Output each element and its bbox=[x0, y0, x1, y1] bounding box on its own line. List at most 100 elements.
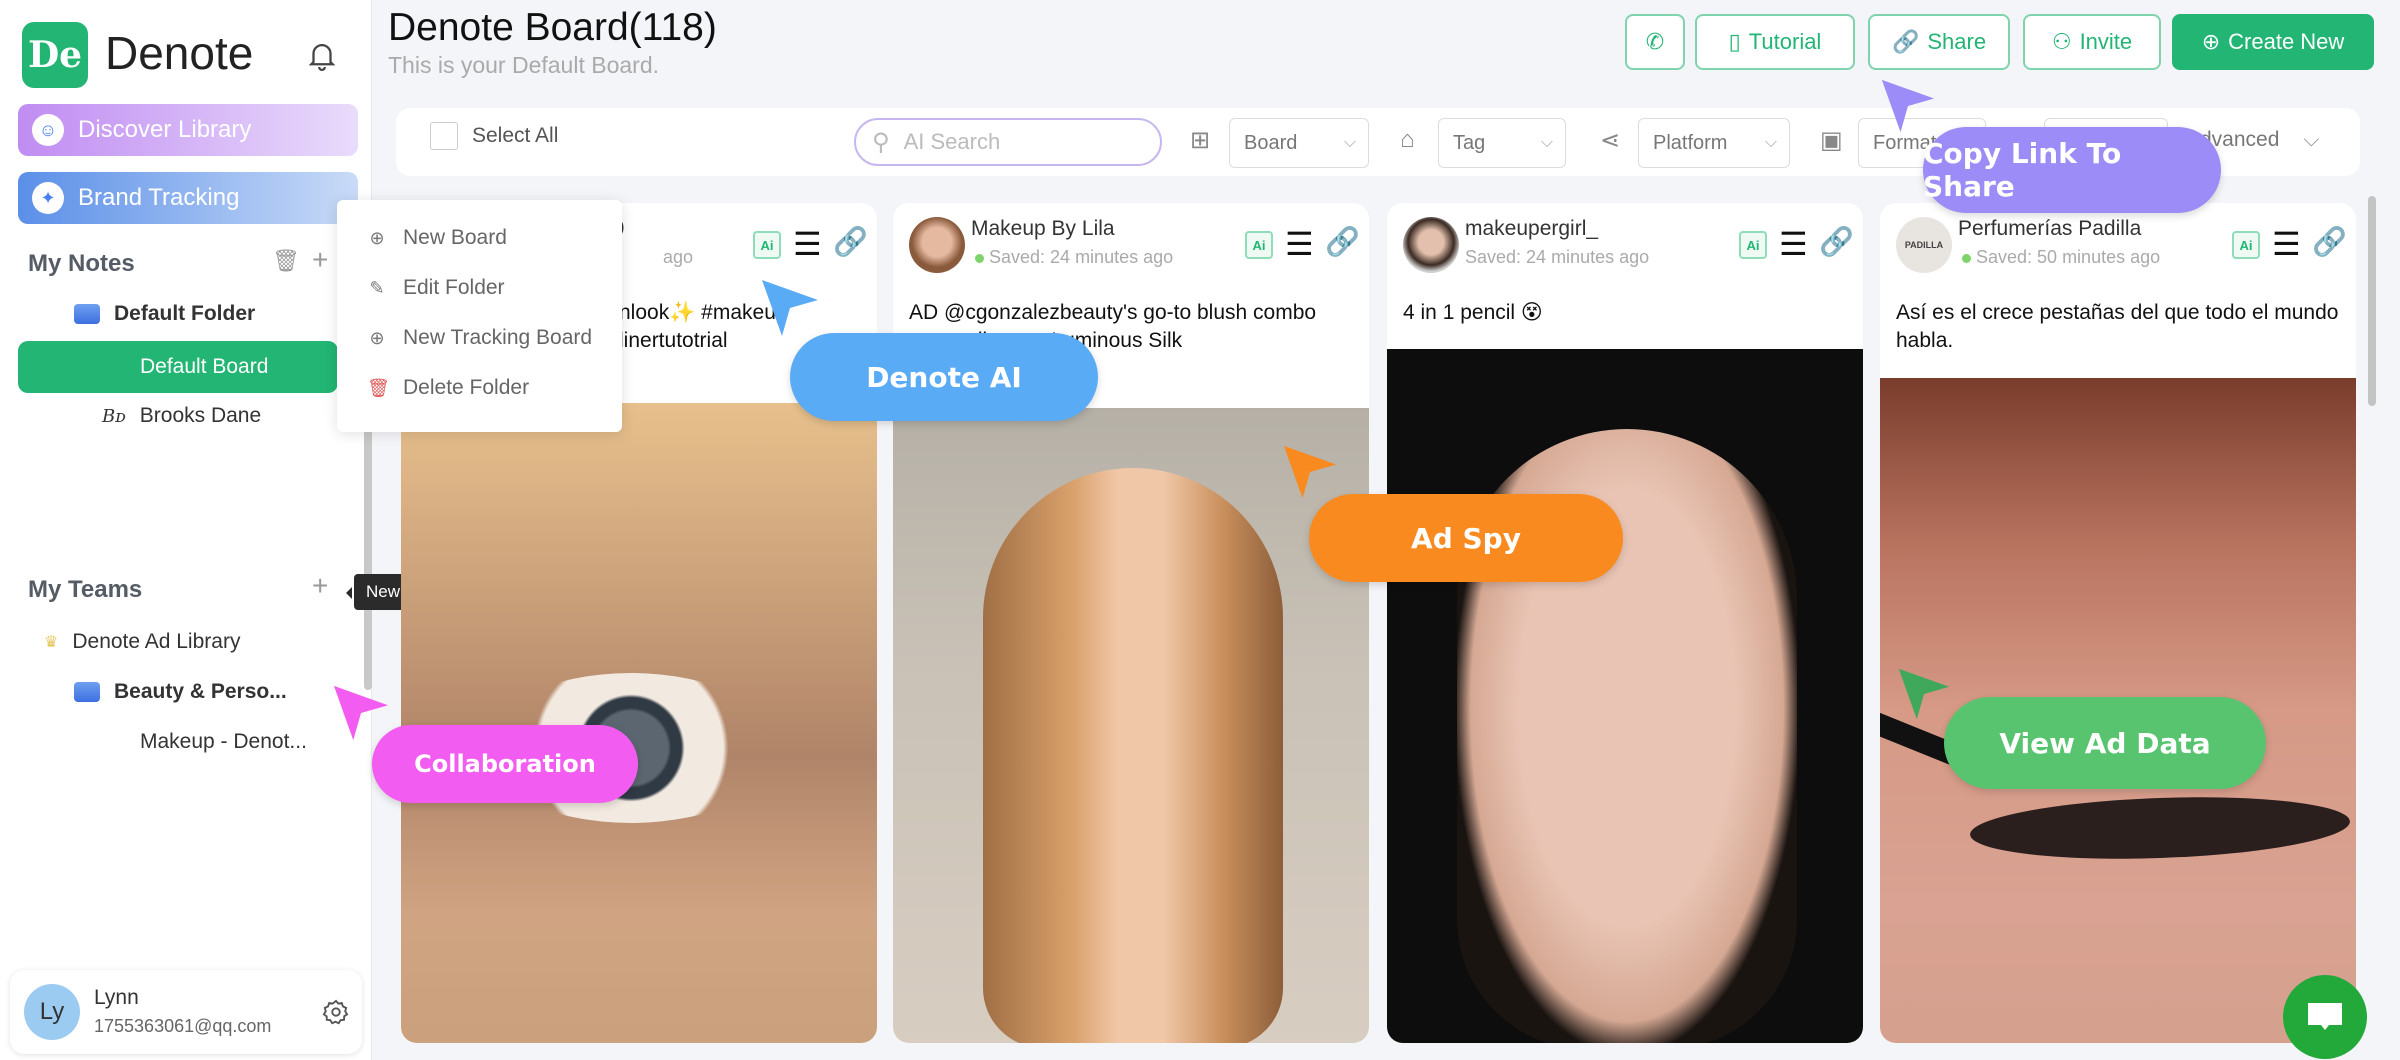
list-icon[interactable]: ☰ bbox=[2272, 225, 2301, 263]
cursor-arrow-icon bbox=[1898, 668, 1950, 720]
folder-context-menu: ⊕ New Board ✎ Edit Folder ⊕ New Tracking Bo… bbox=[337, 200, 622, 432]
share-button[interactable]: 🔗 Share bbox=[1868, 14, 2010, 70]
user-card[interactable]: Ly Lynn 1755363061@qq.com bbox=[10, 970, 362, 1054]
menu-item-label: Edit Folder bbox=[403, 276, 505, 299]
menu-item-label: New Tracking Board bbox=[403, 326, 593, 349]
page-title: Denote Board(118) bbox=[388, 6, 717, 49]
invite-label: Invite bbox=[2079, 29, 2133, 54]
plus-circle-icon: ⊕ bbox=[369, 327, 385, 348]
search-placeholder: AI Search bbox=[903, 129, 1001, 154]
user-email: 1755363061@qq.com bbox=[94, 1016, 272, 1036]
collaboration-callout: Collaboration bbox=[372, 725, 638, 803]
tag-icon: ⌂ bbox=[1400, 126, 1415, 153]
ad-card[interactable]: Makeup By Lila Saved: 24 minutes ago Ai … bbox=[893, 203, 1369, 1043]
menu-item-new-tracking-board[interactable]: ⊕ New Tracking Board bbox=[367, 326, 592, 350]
menu-item-edit-folder[interactable]: ✎ Edit Folder bbox=[367, 276, 505, 300]
board-label: Default Board bbox=[140, 355, 269, 378]
card-saved-time: Saved: 24 minutes ago bbox=[989, 247, 1174, 267]
team-board-makeup[interactable]: Makeup - Denot... bbox=[102, 730, 307, 754]
cursor-arrow-icon bbox=[762, 280, 818, 336]
folder-default[interactable]: Default Folder bbox=[74, 302, 255, 326]
chat-support-button[interactable] bbox=[2283, 975, 2367, 1059]
book-icon: ▯ bbox=[1728, 29, 1741, 54]
chevron-down-icon: ⌵ bbox=[1343, 134, 1356, 151]
sidebar-item-default-board[interactable]: Default Board bbox=[18, 341, 338, 393]
share-label: Share bbox=[1927, 29, 1987, 54]
card-caption: 4 in 1 pencil 😵 bbox=[1403, 301, 1543, 324]
add-note-icon[interactable]: + bbox=[312, 244, 328, 276]
link-icon[interactable]: 🔗 bbox=[1325, 225, 1360, 258]
card-saved-time: Saved: 24 minutes ago bbox=[1465, 247, 1650, 267]
ai-analyze-icon[interactable]: Ai bbox=[1739, 231, 1767, 259]
ad-media-eye[interactable] bbox=[401, 403, 877, 1043]
ai-analyze-icon[interactable]: Ai bbox=[753, 231, 781, 259]
copy-link-callout: Copy Link To Share bbox=[1923, 127, 2221, 213]
folder-label: Beauty & Perso... bbox=[114, 680, 287, 703]
invite-button[interactable]: ⚇ Invite bbox=[2023, 14, 2161, 70]
app-name: Denote bbox=[105, 27, 254, 79]
menu-item-delete-folder[interactable]: 🗑 Delete Folder bbox=[367, 376, 529, 400]
bell-icon[interactable] bbox=[305, 38, 339, 72]
ad-media-portrait[interactable] bbox=[893, 408, 1369, 1043]
user-name: Lynn bbox=[94, 986, 139, 1009]
chat-bubble-icon bbox=[2308, 1003, 2342, 1030]
cursor-arrow-icon bbox=[1283, 445, 1337, 499]
author-avatar bbox=[909, 217, 965, 273]
card-author: Makeup By Lila bbox=[971, 217, 1115, 240]
ai-search-input[interactable]: ⚲ AI Search bbox=[854, 118, 1162, 166]
lashline-graphic bbox=[1969, 791, 2351, 865]
chevron-down-icon: ⌵ bbox=[2303, 128, 2320, 151]
board-select[interactable]: Board ⌵ bbox=[1229, 118, 1369, 168]
planet-icon: ☺ bbox=[32, 114, 64, 146]
card-author: makeupergirl_ bbox=[1465, 217, 1599, 240]
plus-circle-icon: ⊕ bbox=[2201, 29, 2221, 54]
menu-item-label: Delete Folder bbox=[403, 376, 530, 399]
link-icon: 🔗 bbox=[1891, 29, 1920, 54]
board-label: Makeup - Denot... bbox=[140, 730, 307, 753]
team-folder-beauty[interactable]: Beauty & Perso... bbox=[74, 680, 287, 704]
chevron-down-icon: ⌵ bbox=[1764, 134, 1777, 151]
share-nodes-icon: ⋖ bbox=[1600, 127, 1621, 154]
list-icon[interactable]: ☰ bbox=[793, 225, 822, 263]
denote-logo: De bbox=[22, 22, 88, 88]
menu-item-label: New Board bbox=[403, 226, 507, 249]
sidebar-item-brooks-dane[interactable]: Bᴅ Brooks Dane bbox=[102, 404, 261, 428]
add-team-icon[interactable]: + bbox=[312, 570, 328, 602]
ad-media-face[interactable] bbox=[1387, 349, 1863, 1043]
select-all-checkbox[interactable] bbox=[430, 122, 458, 150]
list-icon[interactable]: ☰ bbox=[1779, 225, 1808, 263]
author-avatar: PADILLA bbox=[1896, 217, 1952, 273]
platform-select[interactable]: Platform ⌵ bbox=[1638, 118, 1790, 168]
denote-ai-callout: Denote AI bbox=[790, 333, 1098, 421]
card-author: Perfumerías Padilla bbox=[1958, 217, 2142, 240]
ai-analyze-icon[interactable]: Ai bbox=[2232, 231, 2260, 259]
board-icon bbox=[102, 355, 126, 379]
link-icon[interactable]: 🔗 bbox=[1819, 225, 1854, 258]
ad-card[interactable]: PADILLA Perfumerías Padilla Saved: 50 mi… bbox=[1880, 203, 2356, 1043]
discover-library-label: Discover Library bbox=[78, 116, 252, 143]
folder-label: Default Folder bbox=[114, 302, 256, 325]
card-saved-time: Saved: 50 minutes ago bbox=[1976, 247, 2161, 267]
search-icon: ⚲ bbox=[872, 128, 890, 156]
ai-analyze-icon[interactable]: Ai bbox=[1245, 231, 1273, 259]
create-new-button[interactable]: ⊕ Create New bbox=[2172, 14, 2374, 70]
gear-icon[interactable] bbox=[322, 998, 350, 1026]
tutorial-button[interactable]: ▯ Tutorial bbox=[1695, 14, 1855, 70]
link-icon[interactable]: 🔗 bbox=[833, 225, 868, 258]
phone-button[interactable]: ✆ bbox=[1625, 14, 1685, 70]
discover-library-button[interactable]: ☺ Discover Library bbox=[18, 104, 358, 156]
add-user-icon: ⚇ bbox=[2051, 29, 2072, 54]
recycle-bin-icon[interactable]: 🗑 bbox=[272, 248, 300, 274]
link-icon[interactable]: 🔗 bbox=[2312, 225, 2347, 258]
menu-item-new-board[interactable]: ⊕ New Board bbox=[367, 226, 507, 250]
brand-tracking-button[interactable]: ✦ Brand Tracking bbox=[18, 172, 358, 224]
brand-tracking-label: Brand Tracking bbox=[78, 184, 240, 211]
tag-select[interactable]: Tag ⌵ bbox=[1438, 118, 1566, 168]
card-caption: Así es el crece pestañas del que todo el… bbox=[1896, 301, 2339, 352]
main-scrollbar[interactable] bbox=[2368, 196, 2376, 406]
list-icon[interactable]: ☰ bbox=[1285, 225, 1314, 263]
team-denote-ad-library[interactable]: ♛ Denote Ad Library bbox=[44, 630, 240, 654]
board-label: Brooks Dane bbox=[139, 404, 262, 427]
location-sparkle-icon: ✦ bbox=[32, 182, 64, 214]
ad-card[interactable]: makeupergirl_ Saved: 24 minutes ago Ai ☰… bbox=[1387, 203, 1863, 1043]
